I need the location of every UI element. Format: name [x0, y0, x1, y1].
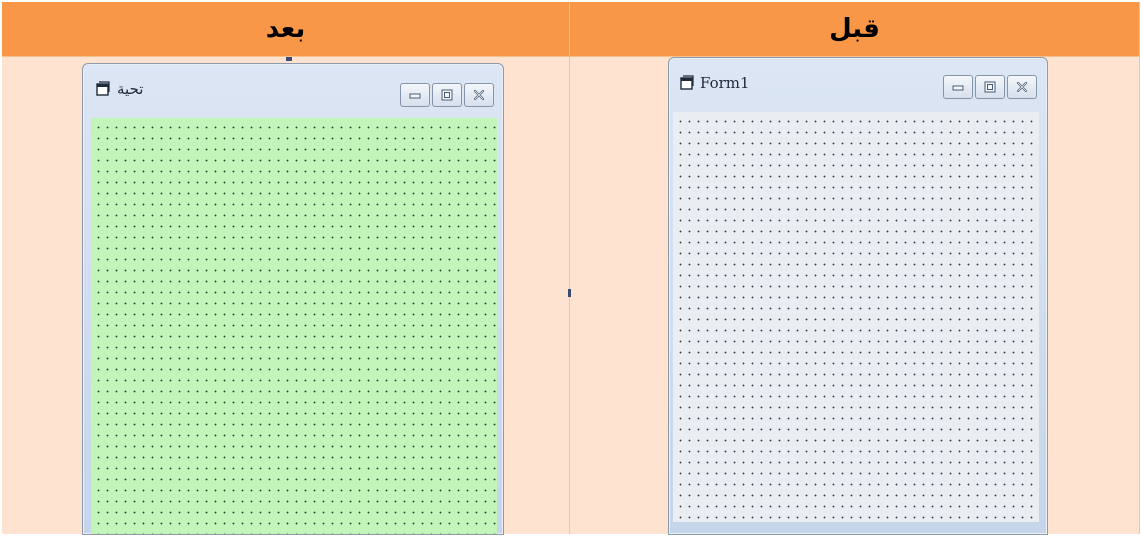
form-window-after: تحية — [82, 63, 504, 535]
header-after-label: بعد — [265, 14, 306, 44]
close-icon — [473, 89, 485, 101]
header-before-label: قبل — [829, 14, 880, 44]
maximize-icon — [441, 89, 453, 101]
window-title: تحية — [117, 80, 144, 98]
resize-handle[interactable] — [568, 289, 571, 297]
minimize-icon — [952, 85, 964, 91]
close-button[interactable] — [1007, 75, 1037, 99]
title-bar[interactable]: تحية — [83, 64, 503, 114]
window-title: Form1 — [700, 74, 750, 92]
resize-handle[interactable] — [286, 57, 292, 61]
form-window-before: Form1 — [668, 57, 1048, 535]
minimize-icon — [409, 93, 421, 99]
form-icon — [680, 75, 694, 90]
title-bar[interactable]: Form1 — [669, 58, 1047, 108]
close-icon — [1016, 81, 1028, 93]
form-client-area[interactable] — [673, 112, 1039, 522]
maximize-button[interactable] — [975, 75, 1005, 99]
window-controls — [941, 75, 1037, 99]
window-controls — [398, 83, 494, 107]
header-after: بعد — [2, 2, 570, 57]
maximize-icon — [984, 81, 996, 93]
minimize-button[interactable] — [400, 83, 430, 107]
cell-after: تحية — [2, 57, 570, 535]
header-before: قبل — [570, 2, 1140, 57]
maximize-button[interactable] — [432, 83, 462, 107]
cell-before: Form1 — [568, 57, 1140, 535]
form-client-area[interactable] — [91, 118, 497, 534]
form-icon — [96, 81, 110, 96]
minimize-button[interactable] — [943, 75, 973, 99]
comparison-table: بعد قبل تحية Form1 — [2, 2, 1140, 536]
close-button[interactable] — [464, 83, 494, 107]
